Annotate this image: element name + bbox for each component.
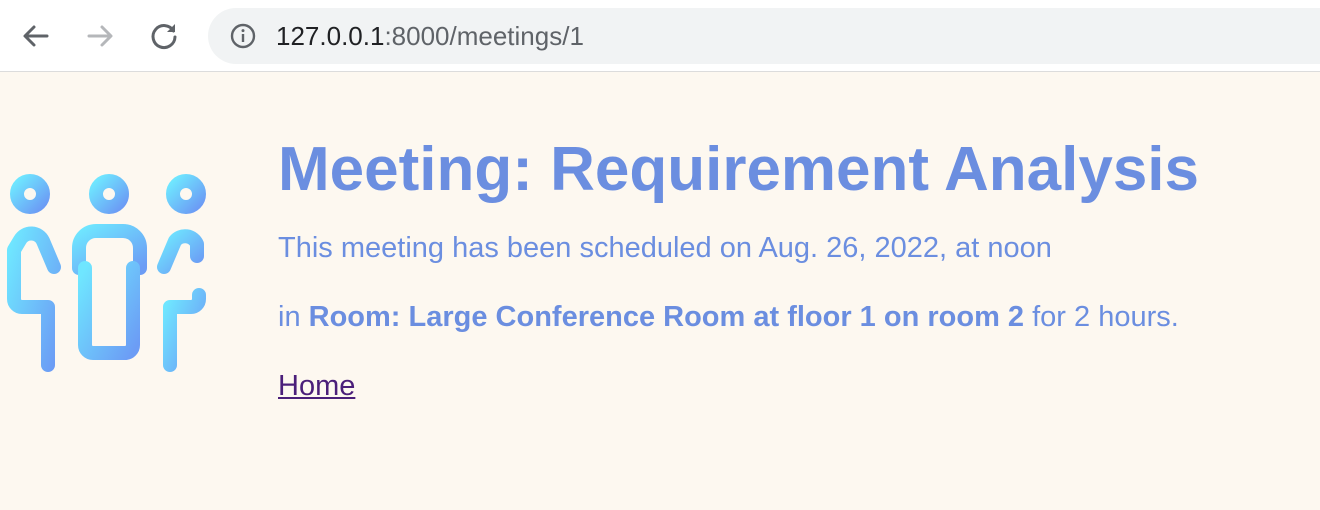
url-path: :8000/meetings/1 <box>384 21 584 51</box>
home-link[interactable]: Home <box>278 368 355 404</box>
duration-text: for 2 hours. <box>1032 301 1179 333</box>
location-text: in Room: Large Conference Room at floor … <box>278 299 1318 335</box>
address-bar[interactable]: 127.0.0.1:8000/meetings/1 <box>208 8 1320 64</box>
arrow-right-icon <box>87 25 113 47</box>
room-name: Room: Large Conference Room at floor 1 o… <box>308 301 1025 333</box>
location-prefix: in <box>278 301 301 333</box>
schedule-text: This meeting has been scheduled on Aug. … <box>278 232 1052 264</box>
info-icon[interactable] <box>230 23 256 49</box>
browser-toolbar: 127.0.0.1:8000/meetings/1 <box>0 0 1320 72</box>
page-title: Meeting: Requirement Analysis <box>278 135 1200 204</box>
page-content: Meeting: Requirement Analysis This meeti… <box>0 72 1320 510</box>
meeting-people-icon <box>7 174 206 372</box>
reload-button[interactable] <box>144 16 184 56</box>
meeting-details: Meeting: Requirement Analysis This meeti… <box>278 130 1318 404</box>
url-host: 127.0.0.1 <box>276 21 385 51</box>
back-button[interactable] <box>16 16 56 56</box>
forward-button[interactable] <box>80 16 120 56</box>
arrow-left-icon <box>23 25 49 47</box>
url-text[interactable]: 127.0.0.1:8000/meetings/1 <box>276 8 584 64</box>
reload-icon <box>151 24 177 50</box>
